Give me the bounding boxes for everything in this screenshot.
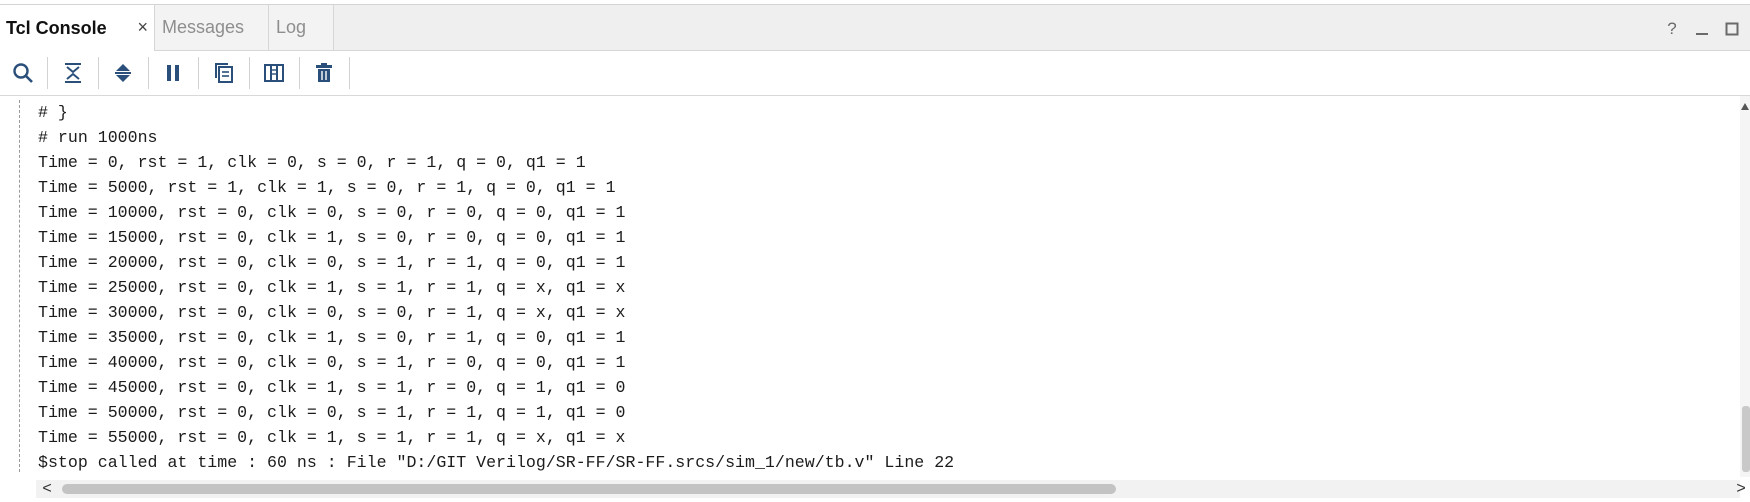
console-line: Time = 20000, rst = 0, clk = 0, s = 1, r… — [38, 253, 626, 272]
console-line: Time = 15000, rst = 0, clk = 1, s = 0, r… — [38, 228, 626, 247]
horizontal-scrollbar[interactable]: < > — [36, 480, 1746, 498]
console-lines: # } # run 1000ns Time = 0, rst = 1, clk … — [38, 100, 954, 475]
collapse-all-icon[interactable] — [58, 58, 88, 88]
tab-label: Log — [276, 17, 307, 37]
console-line: Time = 55000, rst = 0, clk = 1, s = 1, r… — [38, 428, 626, 447]
copy-icon[interactable] — [209, 58, 239, 88]
console-gutter — [19, 100, 20, 472]
pause-icon[interactable] — [158, 58, 188, 88]
toolbar-separator — [198, 57, 199, 89]
maximize-icon[interactable] — [1722, 19, 1742, 39]
clear-icon[interactable] — [309, 58, 339, 88]
window-controls: ? — [1662, 19, 1742, 39]
toolbar-separator — [249, 57, 250, 89]
console-toolbar — [0, 51, 1750, 96]
console-line: Time = 5000, rst = 1, clk = 1, s = 0, r … — [38, 178, 616, 197]
toolbar-separator — [349, 57, 350, 89]
toolbar-separator — [98, 57, 99, 89]
tab-messages[interactable]: Messages — [155, 5, 269, 50]
console-line: Time = 30000, rst = 0, clk = 0, s = 0, r… — [38, 303, 626, 322]
console-line: $stop called at time : 60 ns : File "D:/… — [38, 453, 955, 472]
console-line: Time = 10000, rst = 0, clk = 0, s = 0, r… — [38, 203, 626, 222]
console-line: Time = 35000, rst = 0, clk = 1, s = 0, r… — [38, 328, 626, 347]
tab-log[interactable]: Log — [269, 5, 334, 50]
scroll-right-icon[interactable]: > — [1732, 480, 1750, 498]
console-line: Time = 0, rst = 1, clk = 0, s = 0, r = 1… — [38, 153, 586, 172]
close-icon[interactable]: × — [137, 17, 148, 38]
scroll-up-icon[interactable] — [1740, 102, 1750, 112]
vertical-scrollbar[interactable] — [1740, 96, 1750, 477]
vertical-scroll-thumb[interactable] — [1742, 406, 1750, 472]
tab-bar: Tcl Console × Messages Log ? — [0, 5, 1750, 51]
toolbar-separator — [299, 57, 300, 89]
tab-label: Tcl Console — [6, 17, 107, 38]
console-line: # run 1000ns — [38, 128, 158, 147]
expand-all-icon[interactable] — [108, 58, 138, 88]
console-line: Time = 25000, rst = 0, clk = 1, s = 1, r… — [38, 278, 626, 297]
console-output[interactable]: # } # run 1000ns Time = 0, rst = 1, clk … — [0, 96, 1740, 477]
toolbar-separator — [47, 57, 48, 89]
help-icon[interactable]: ? — [1662, 19, 1682, 39]
toolbar-separator — [148, 57, 149, 89]
console-line: Time = 50000, rst = 0, clk = 0, s = 1, r… — [38, 403, 626, 422]
tab-label: Messages — [162, 17, 245, 37]
console-line: # } — [38, 103, 68, 122]
console-line: Time = 45000, rst = 0, clk = 1, s = 1, r… — [38, 378, 626, 397]
columns-icon[interactable] — [259, 58, 289, 88]
minimize-icon[interactable] — [1692, 19, 1712, 39]
horizontal-scroll-thumb[interactable] — [62, 484, 1116, 494]
search-icon[interactable] — [8, 58, 38, 88]
scroll-left-icon[interactable]: < — [38, 480, 56, 498]
tab-tcl-console[interactable]: Tcl Console × — [0, 5, 155, 51]
console-line: Time = 40000, rst = 0, clk = 0, s = 1, r… — [38, 353, 626, 372]
